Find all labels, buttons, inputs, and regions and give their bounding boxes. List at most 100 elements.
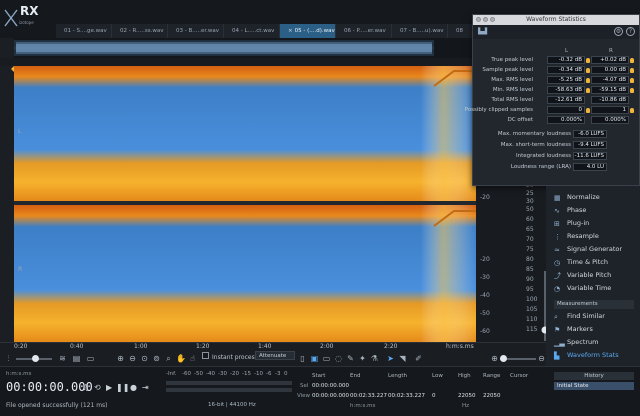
zoom-fit-icon[interactable]: ⊚ — [152, 354, 161, 363]
zoom-in-icon[interactable]: ⊕ — [116, 354, 125, 363]
selection-frequency-icon[interactable]: ▭ — [322, 354, 331, 363]
meter-tick: -15 — [242, 371, 251, 377]
stat-value-left: 0 — [547, 106, 585, 114]
selection-header-cursor: Cursor — [510, 373, 529, 379]
waveform-overview[interactable] — [14, 38, 472, 58]
view-length-value[interactable]: 00:02:33.227 — [388, 393, 425, 399]
db-axis-label: 30 — [526, 198, 534, 205]
stat-value-right: -10.86 dB — [591, 96, 629, 104]
module-find-similar[interactable]: ⌕ Find Similar — [554, 310, 605, 323]
view-start-value[interactable]: 00:00:00.000 — [312, 393, 349, 399]
zoom-out-horizontal-icon[interactable]: ⊖ — [537, 354, 546, 363]
stat-row: DC offset 0.000% 0.000% — [473, 115, 640, 125]
file-tab-4[interactable]: 04 - L.....ct.wav — [224, 24, 280, 38]
help-icon[interactable]: ? — [626, 27, 635, 36]
file-tab-1[interactable]: 01 - S....ge.wav — [56, 24, 112, 38]
pause-icon[interactable]: ❚❚ — [116, 383, 129, 392]
stat-value-right: 0.00 dB — [591, 66, 629, 74]
stat-label: True peak level — [491, 57, 533, 63]
plugin-icon: ⊞ — [554, 220, 560, 228]
view-high-value[interactable]: 22050 — [458, 393, 476, 399]
lasso-icon[interactable]: ◌ — [334, 354, 343, 363]
file-tab-6[interactable]: 06 - P.....er.wav — [336, 24, 392, 38]
view-low-value[interactable]: 0 — [432, 393, 436, 399]
module-list: ▦ Normalize ∿ Phase ⊞ Plug-in ⋮ Resample ≈ Si… — [546, 186, 640, 366]
record-icon[interactable]: ● — [130, 383, 137, 392]
file-tab-2[interactable]: 02 - R.....ss.wav — [112, 24, 168, 38]
zoom-selection-icon[interactable]: ⊙ — [140, 354, 149, 363]
brush-icon[interactable]: ✎ — [346, 354, 355, 363]
waveform-view-icon[interactable]: ⫶ — [4, 354, 13, 363]
module-spectrum[interactable]: ▁▃ Spectrum — [554, 336, 599, 349]
hand-tool-icon[interactable]: ✋ — [176, 354, 186, 363]
instant-process-checkbox[interactable] — [202, 352, 209, 359]
selection-row-label: Sel — [300, 383, 309, 389]
module-resample[interactable]: ⋮ Resample — [554, 230, 599, 243]
file-tab-5-active[interactable]: × 05 - (....d).wav — [280, 24, 336, 38]
clip-indicator-icon — [586, 88, 590, 93]
module-markers[interactable]: ⚑ Markers — [554, 323, 593, 336]
hand-icon[interactable]: ☝ — [188, 354, 197, 363]
play-icon[interactable]: ▶ — [106, 383, 112, 392]
selection-start-value[interactable]: 00:00:00.000 — [312, 383, 349, 389]
file-tab-3[interactable]: 03 - B.....er.wav — [168, 24, 224, 38]
spectrogram-view-icon[interactable]: ≋ — [58, 354, 67, 363]
stat-label: Total RMS level — [491, 97, 533, 103]
selection-header-range: Range — [483, 373, 501, 379]
module-variable-time[interactable]: ◔ Variable Time — [554, 282, 611, 295]
horizontal-zoom-knob[interactable] — [500, 355, 507, 362]
window-title-bar[interactable]: Waveform Statistics — [473, 15, 639, 25]
harmonic-selection-icon[interactable]: ⚗ — [370, 354, 379, 363]
module-label: Resample — [567, 232, 599, 240]
meter-tick: -40 — [206, 371, 215, 377]
history-item-initial-state[interactable]: Initial State — [554, 382, 634, 390]
module-phase[interactable]: ∿ Phase — [554, 204, 586, 217]
skip-icon[interactable]: ⇥ — [142, 383, 149, 392]
selection-header-length: Length — [388, 373, 407, 379]
attenuate-dropdown[interactable]: Attenuate — [255, 351, 295, 360]
module-waveform-stats[interactable]: ▙ Waveform Stats — [554, 349, 619, 362]
module-label: Waveform Stats — [567, 351, 619, 359]
opacity-slider-knob[interactable] — [32, 355, 39, 362]
view-range-value[interactable]: 22050 — [483, 393, 501, 399]
module-time-pitch[interactable]: ◷ Time & Pitch — [554, 256, 608, 269]
selection-time-frequency-icon[interactable]: ▣ — [310, 354, 319, 363]
rx-logo-icon — [4, 9, 18, 27]
tab-label: 06 - P.....er.wav — [344, 28, 386, 34]
db-axis-left-tick: -20 — [480, 256, 490, 263]
zoom-tool-icon[interactable]: ⌕ — [164, 354, 173, 363]
spectrogram-settings-icon[interactable]: ▤ — [72, 354, 81, 363]
pencil-icon[interactable]: ✐ — [414, 354, 423, 363]
cursor-tool-icon[interactable]: ➤ — [386, 354, 395, 363]
spectrogram-view[interactable]: L R — [14, 66, 476, 342]
time-display: 00:00:00.000 — [6, 380, 93, 394]
module-variable-pitch[interactable]: ⤴ Variable Pitch — [554, 269, 611, 282]
loop-icon[interactable]: ⟲ — [94, 383, 101, 392]
window-controls — [476, 17, 495, 22]
comment-icon[interactable]: ▭ — [86, 354, 95, 363]
file-tab-7[interactable]: 07 - B.....u).wav — [392, 24, 448, 38]
close-icon[interactable]: × — [288, 28, 293, 34]
selection-time-icon[interactable]: ▯ — [298, 354, 307, 363]
window-minimize-button[interactable] — [483, 17, 488, 22]
module-signal-generator[interactable]: ≈ Signal Generator — [554, 243, 622, 256]
module-label: Normalize — [567, 193, 600, 201]
window-close-button[interactable] — [476, 17, 481, 22]
module-normalize[interactable]: ▦ Normalize — [554, 191, 600, 204]
db-axis-label: 70 — [526, 236, 534, 243]
loudness-value: -11.6 LUFS — [573, 152, 607, 160]
time-format-label[interactable]: h:m:s.ms — [6, 371, 31, 377]
cursor-options-icon[interactable]: ◥ — [398, 354, 407, 363]
file-tabs: 01 - S....ge.wav 02 - R.....ss.wav 03 - … — [56, 24, 504, 38]
clip-indicator-icon — [586, 58, 590, 63]
module-plug-in[interactable]: ⊞ Plug-in — [554, 217, 589, 230]
horizontal-zoom-icon[interactable]: ⊕ — [490, 354, 499, 363]
gear-icon[interactable]: ⚙ — [614, 27, 623, 36]
window-zoom-button[interactable] — [490, 17, 495, 22]
zoom-out-icon[interactable]: ⊖ — [128, 354, 137, 363]
magic-wand-icon[interactable]: ✦ — [358, 354, 367, 363]
view-row-label: View — [297, 393, 311, 399]
view-end-value[interactable]: 00:02:33.227 — [350, 393, 387, 399]
headphones-icon[interactable]: ♫ — [82, 383, 89, 392]
meter-tick: 0 — [284, 371, 288, 377]
